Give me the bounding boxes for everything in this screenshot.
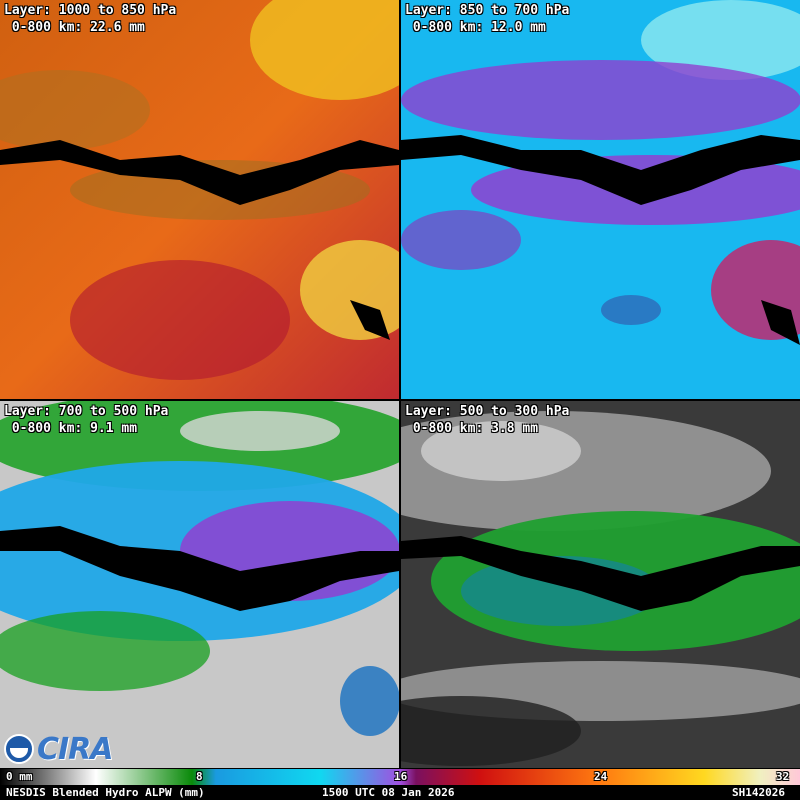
colorbar-tick-24: 24 <box>594 770 608 783</box>
map-panel-700-500: Layer: 700 to 500 hPa 0-800 km: 9.1 mm C… <box>0 401 399 768</box>
map-panel-500-300: Layer: 500 to 300 hPa 0-800 km: 3.8 mm <box>401 401 800 768</box>
panel-label-3: Layer: 700 to 500 hPa 0-800 km: 9.1 mm <box>4 404 169 436</box>
storm-id: SH142026 <box>732 786 785 799</box>
noaa-logo-icon <box>4 734 34 764</box>
pw-field-1000-850 <box>0 0 399 399</box>
panel-label-2: Layer: 850 to 700 hPa 0-800 km: 12.0 mm <box>405 3 570 35</box>
colorbar: 0 mm 8 16 24 32 <box>0 769 800 785</box>
pw-field-700-500 <box>0 401 399 768</box>
colorbar-tick-0: 0 mm <box>6 770 33 783</box>
colorbar-tick-8: 8 <box>196 770 203 783</box>
panel-divider-horizontal <box>0 399 800 401</box>
map-panel-1000-850: Layer: 1000 to 850 hPa 0-800 km: 22.6 mm <box>0 0 399 399</box>
cira-logo: CIRA <box>37 731 113 767</box>
panel-label-1: Layer: 1000 to 850 hPa 0-800 km: 22.6 mm <box>4 3 177 35</box>
panel-label-4: Layer: 500 to 300 hPa 0-800 km: 3.8 mm <box>405 404 570 436</box>
pw-field-850-700 <box>401 0 800 399</box>
product-name: NESDIS Blended Hydro ALPW (mm) <box>6 786 205 799</box>
colorbar-tick-32: 32 <box>776 770 790 783</box>
map-panel-850-700: Layer: 850 to 700 hPa 0-800 km: 12.0 mm <box>401 0 800 399</box>
valid-time: 1500 UTC 08 Jan 2026 <box>322 786 455 799</box>
colorbar-tick-16: 16 <box>394 770 408 783</box>
panel-divider-vertical <box>399 0 401 768</box>
agency-logos: CIRA <box>4 731 113 767</box>
footer: NESDIS Blended Hydro ALPW (mm) 1500 UTC … <box>0 785 800 800</box>
pw-field-500-300 <box>401 401 800 768</box>
